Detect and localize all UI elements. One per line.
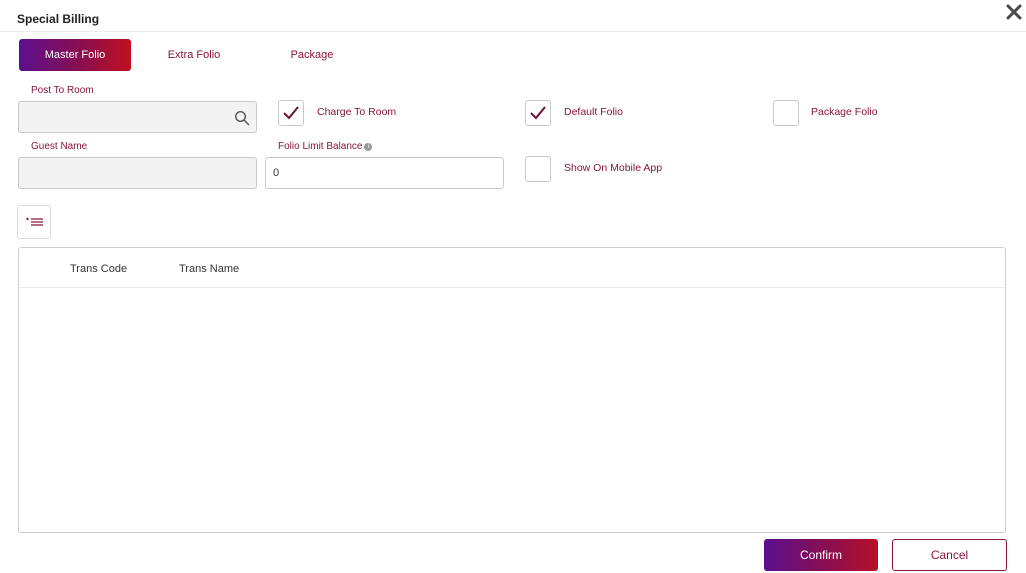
folio-limit-balance-input[interactable] bbox=[266, 158, 503, 188]
confirm-button[interactable]: Confirm bbox=[764, 539, 878, 571]
column-trans-code[interactable]: Trans Code bbox=[70, 263, 127, 275]
check-icon bbox=[530, 106, 546, 120]
guest-name-input[interactable] bbox=[19, 158, 256, 188]
cancel-button[interactable]: Cancel bbox=[892, 539, 1007, 571]
close-button[interactable] bbox=[1004, 2, 1024, 22]
package-folio-label: Package Folio bbox=[811, 106, 878, 118]
guest-name-label: Guest Name bbox=[31, 141, 88, 152]
tab-package[interactable]: Package bbox=[276, 39, 348, 71]
show-on-mobile-app-checkbox[interactable] bbox=[525, 156, 551, 182]
add-line-button[interactable] bbox=[17, 205, 51, 239]
default-folio-label: Default Folio bbox=[564, 106, 623, 118]
column-trans-name[interactable]: Trans Name bbox=[179, 263, 239, 275]
charge-to-room-checkbox[interactable] bbox=[278, 100, 304, 126]
post-to-room-field[interactable] bbox=[18, 101, 257, 133]
tab-extra-folio[interactable]: Extra Folio bbox=[153, 39, 235, 71]
post-to-room-label: Post To Room bbox=[31, 85, 94, 96]
show-on-mobile-app-label: Show On Mobile App bbox=[564, 162, 663, 174]
transactions-grid: Trans Code Trans Name bbox=[18, 247, 1006, 533]
post-to-room-input[interactable] bbox=[19, 102, 256, 132]
search-icon[interactable] bbox=[234, 110, 250, 126]
list-add-icon bbox=[26, 217, 43, 226]
charge-to-room-label: Charge To Room bbox=[317, 106, 397, 118]
tab-master-folio[interactable]: Master Folio bbox=[19, 39, 131, 71]
grid-header: Trans Code Trans Name bbox=[19, 248, 1005, 288]
dialog-title: Special Billing bbox=[17, 12, 100, 26]
folio-limit-balance-text: Folio Limit Balance bbox=[278, 141, 363, 152]
guest-name-field[interactable] bbox=[18, 157, 257, 189]
default-folio-checkbox[interactable] bbox=[525, 100, 551, 126]
close-icon bbox=[1006, 4, 1022, 20]
folio-limit-balance-label: Folio Limit Balance i bbox=[278, 141, 373, 152]
check-icon bbox=[283, 106, 299, 120]
header-divider bbox=[0, 31, 1026, 32]
folio-limit-balance-field[interactable] bbox=[265, 157, 504, 189]
info-icon[interactable]: i bbox=[364, 143, 373, 151]
package-folio-checkbox[interactable] bbox=[773, 100, 799, 126]
